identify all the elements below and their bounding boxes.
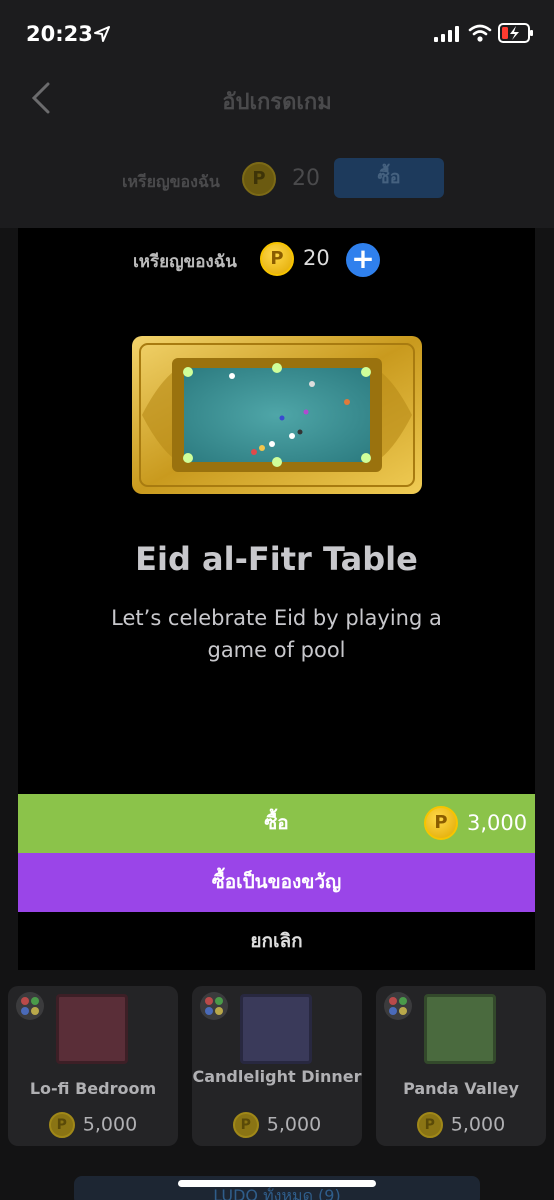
my-coins-count: 20 — [303, 246, 330, 270]
item-price: P 5,000 — [192, 1112, 362, 1138]
ludo-icon — [200, 992, 228, 1020]
ludo-item-card[interactable]: Candlelight Dinner P 5,000 — [192, 986, 362, 1146]
item-thumbnail — [240, 994, 312, 1064]
wifi-icon — [468, 24, 492, 42]
item-title: Eid al-Fitr Table — [135, 540, 418, 578]
item-price: P 5,000 — [376, 1112, 546, 1138]
cancel-button[interactable]: ยกเลิก — [18, 912, 535, 970]
item-thumbnail — [56, 994, 128, 1064]
coin-icon: P — [242, 162, 276, 196]
purchase-modal: เหรียญของฉัน P 20 + Eid al-Fitr Table Le… — [18, 228, 535, 970]
buy-button[interactable]: ซื้อ P 3,000 — [18, 794, 535, 853]
status-time: 20:23 — [26, 22, 93, 46]
item-description: Let’s celebrate Eid by playing a game of… — [111, 606, 442, 662]
my-coins-count: 20 — [292, 166, 320, 191]
ludo-icon — [384, 992, 412, 1020]
buy-coins-button[interactable]: ซื้อ — [334, 158, 444, 198]
buy-price: 3,000 — [467, 811, 528, 835]
coin-icon: P — [424, 806, 458, 840]
background-coin-bar — [0, 128, 554, 228]
ludo-item-card[interactable]: Panda Valley P 5,000 — [376, 986, 546, 1146]
my-coins-label: เหรียญของฉัน — [122, 172, 220, 191]
item-price: P 5,000 — [8, 1112, 178, 1138]
my-coins-label: เหรียญของฉัน — [133, 252, 237, 272]
page-title: อัปเกรดเกม — [222, 90, 332, 115]
location-arrow-icon — [94, 26, 110, 42]
coin-icon: P — [260, 242, 294, 276]
cellular-signal-icon — [434, 26, 459, 42]
buy-as-gift-button[interactable]: ซื้อเป็นของขวัญ — [18, 853, 535, 912]
item-name: Candlelight Dinner — [192, 1067, 362, 1086]
item-thumbnail — [424, 994, 496, 1064]
coin-icon: P — [232, 1112, 259, 1138]
item-name: Panda Valley — [403, 1079, 519, 1098]
ludo-item-card[interactable]: Lo-fi Bedroom P 5,000 — [8, 986, 178, 1146]
coin-icon: P — [416, 1112, 443, 1138]
ludo-icon — [16, 992, 44, 1020]
coin-icon: P — [48, 1112, 75, 1138]
add-coins-button[interactable]: + — [346, 243, 380, 277]
item-name: Lo-fi Bedroom — [29, 1079, 157, 1098]
status-bar: 20:23 — [0, 0, 554, 70]
home-indicator[interactable] — [178, 1180, 376, 1187]
battery-charging-icon — [498, 23, 533, 43]
pool-table-image — [132, 336, 422, 494]
